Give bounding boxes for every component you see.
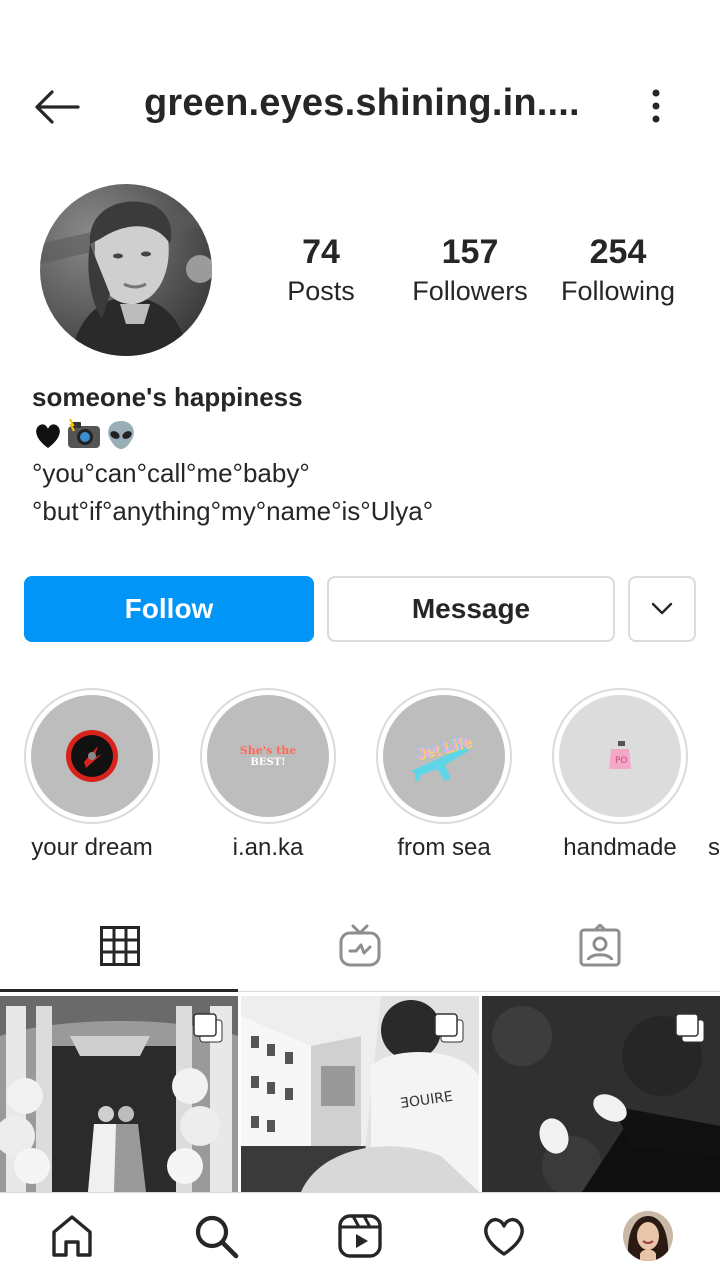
posts-stat[interactable]: 74 Posts — [246, 232, 396, 310]
nav-profile[interactable] — [618, 1208, 678, 1264]
tab-igtv[interactable] — [240, 916, 480, 976]
nav-home[interactable] — [42, 1208, 102, 1264]
highlight-label: s — [708, 834, 720, 861]
message-button[interactable]: Message — [327, 576, 615, 642]
highlight-partial[interactable]: s — [708, 688, 720, 862]
suggested-accounts-button[interactable] — [628, 576, 696, 642]
highlight-cover-text: She's the — [239, 744, 297, 757]
search-icon — [195, 1215, 239, 1259]
igtv-icon — [339, 924, 381, 967]
bio-line-1: °you°can°call°me°baby° — [32, 458, 310, 488]
followers-label: Followers — [412, 276, 528, 306]
more-options-button[interactable] — [640, 84, 672, 128]
posts-label: Posts — [287, 276, 355, 306]
carousel-icon — [675, 1013, 705, 1043]
bio-line-2: °but°if°anything°my°name°is°Ulya° — [32, 496, 434, 526]
profile-username: green.eyes.shining.in.... — [144, 82, 580, 124]
home-icon — [52, 1215, 92, 1257]
vertical-dots-icon — [652, 89, 660, 123]
reels-icon — [338, 1214, 382, 1258]
post-thumbnail-1[interactable] — [0, 996, 238, 1192]
followers-stat[interactable]: 157 Followers — [395, 232, 545, 310]
arrow-left-icon — [35, 90, 80, 124]
alien-icon — [108, 421, 134, 449]
following-stat[interactable]: 254 Following — [543, 232, 693, 310]
carousel-icon — [193, 1013, 223, 1043]
following-label: Following — [560, 276, 676, 306]
nav-activity[interactable] — [474, 1208, 534, 1264]
back-button[interactable] — [30, 84, 82, 130]
tagged-icon — [579, 924, 621, 967]
highlight-your-dream[interactable]: your dream — [4, 688, 180, 862]
follow-button[interactable]: Follow — [24, 576, 314, 642]
chevron-down-icon — [651, 602, 673, 615]
highlight-label: from sea — [397, 834, 491, 861]
tab-grid[interactable] — [0, 916, 240, 976]
vinyl-record-icon — [66, 730, 118, 782]
carousel-icon — [434, 1013, 464, 1043]
black-heart-icon — [36, 424, 60, 448]
highlight-cover-text: BEST! — [250, 757, 286, 768]
heart-icon — [484, 1218, 524, 1256]
perfume-bottle-icon: PO — [609, 741, 631, 769]
highlight-label: handmade — [563, 834, 677, 861]
posts-count: 74 — [302, 233, 340, 271]
post-thumbnail-2[interactable]: ƎOUIRE — [241, 996, 479, 1192]
nav-reels[interactable] — [330, 1208, 390, 1264]
display-name: someone's happiness — [32, 382, 303, 412]
following-count: 254 — [589, 233, 647, 271]
grid-icon — [100, 926, 140, 966]
active-tab-indicator — [0, 989, 238, 992]
profile-avatar-icon — [623, 1211, 673, 1261]
camera-with-flash-icon — [68, 419, 100, 448]
highlight-label: your dream — [31, 834, 153, 861]
profile-avatar[interactable] — [40, 184, 212, 356]
svg-text:PO: PO — [615, 756, 628, 766]
highlight-from-sea[interactable]: Jet Life from sea — [356, 688, 532, 862]
bio-emoji-row — [32, 416, 692, 454]
followers-count: 157 — [441, 233, 499, 271]
highlight-ianka[interactable]: She's the BEST! i.an.ka — [180, 688, 356, 862]
post-thumbnail-3[interactable] — [482, 996, 720, 1192]
tab-tagged[interactable] — [480, 916, 720, 976]
highlight-label: i.an.ka — [232, 834, 304, 861]
highlight-handmade[interactable]: PO handmade — [532, 688, 708, 862]
profile-bio: someone's happiness °you°can°call°me°bab… — [32, 378, 692, 530]
nav-search[interactable] — [186, 1208, 246, 1264]
